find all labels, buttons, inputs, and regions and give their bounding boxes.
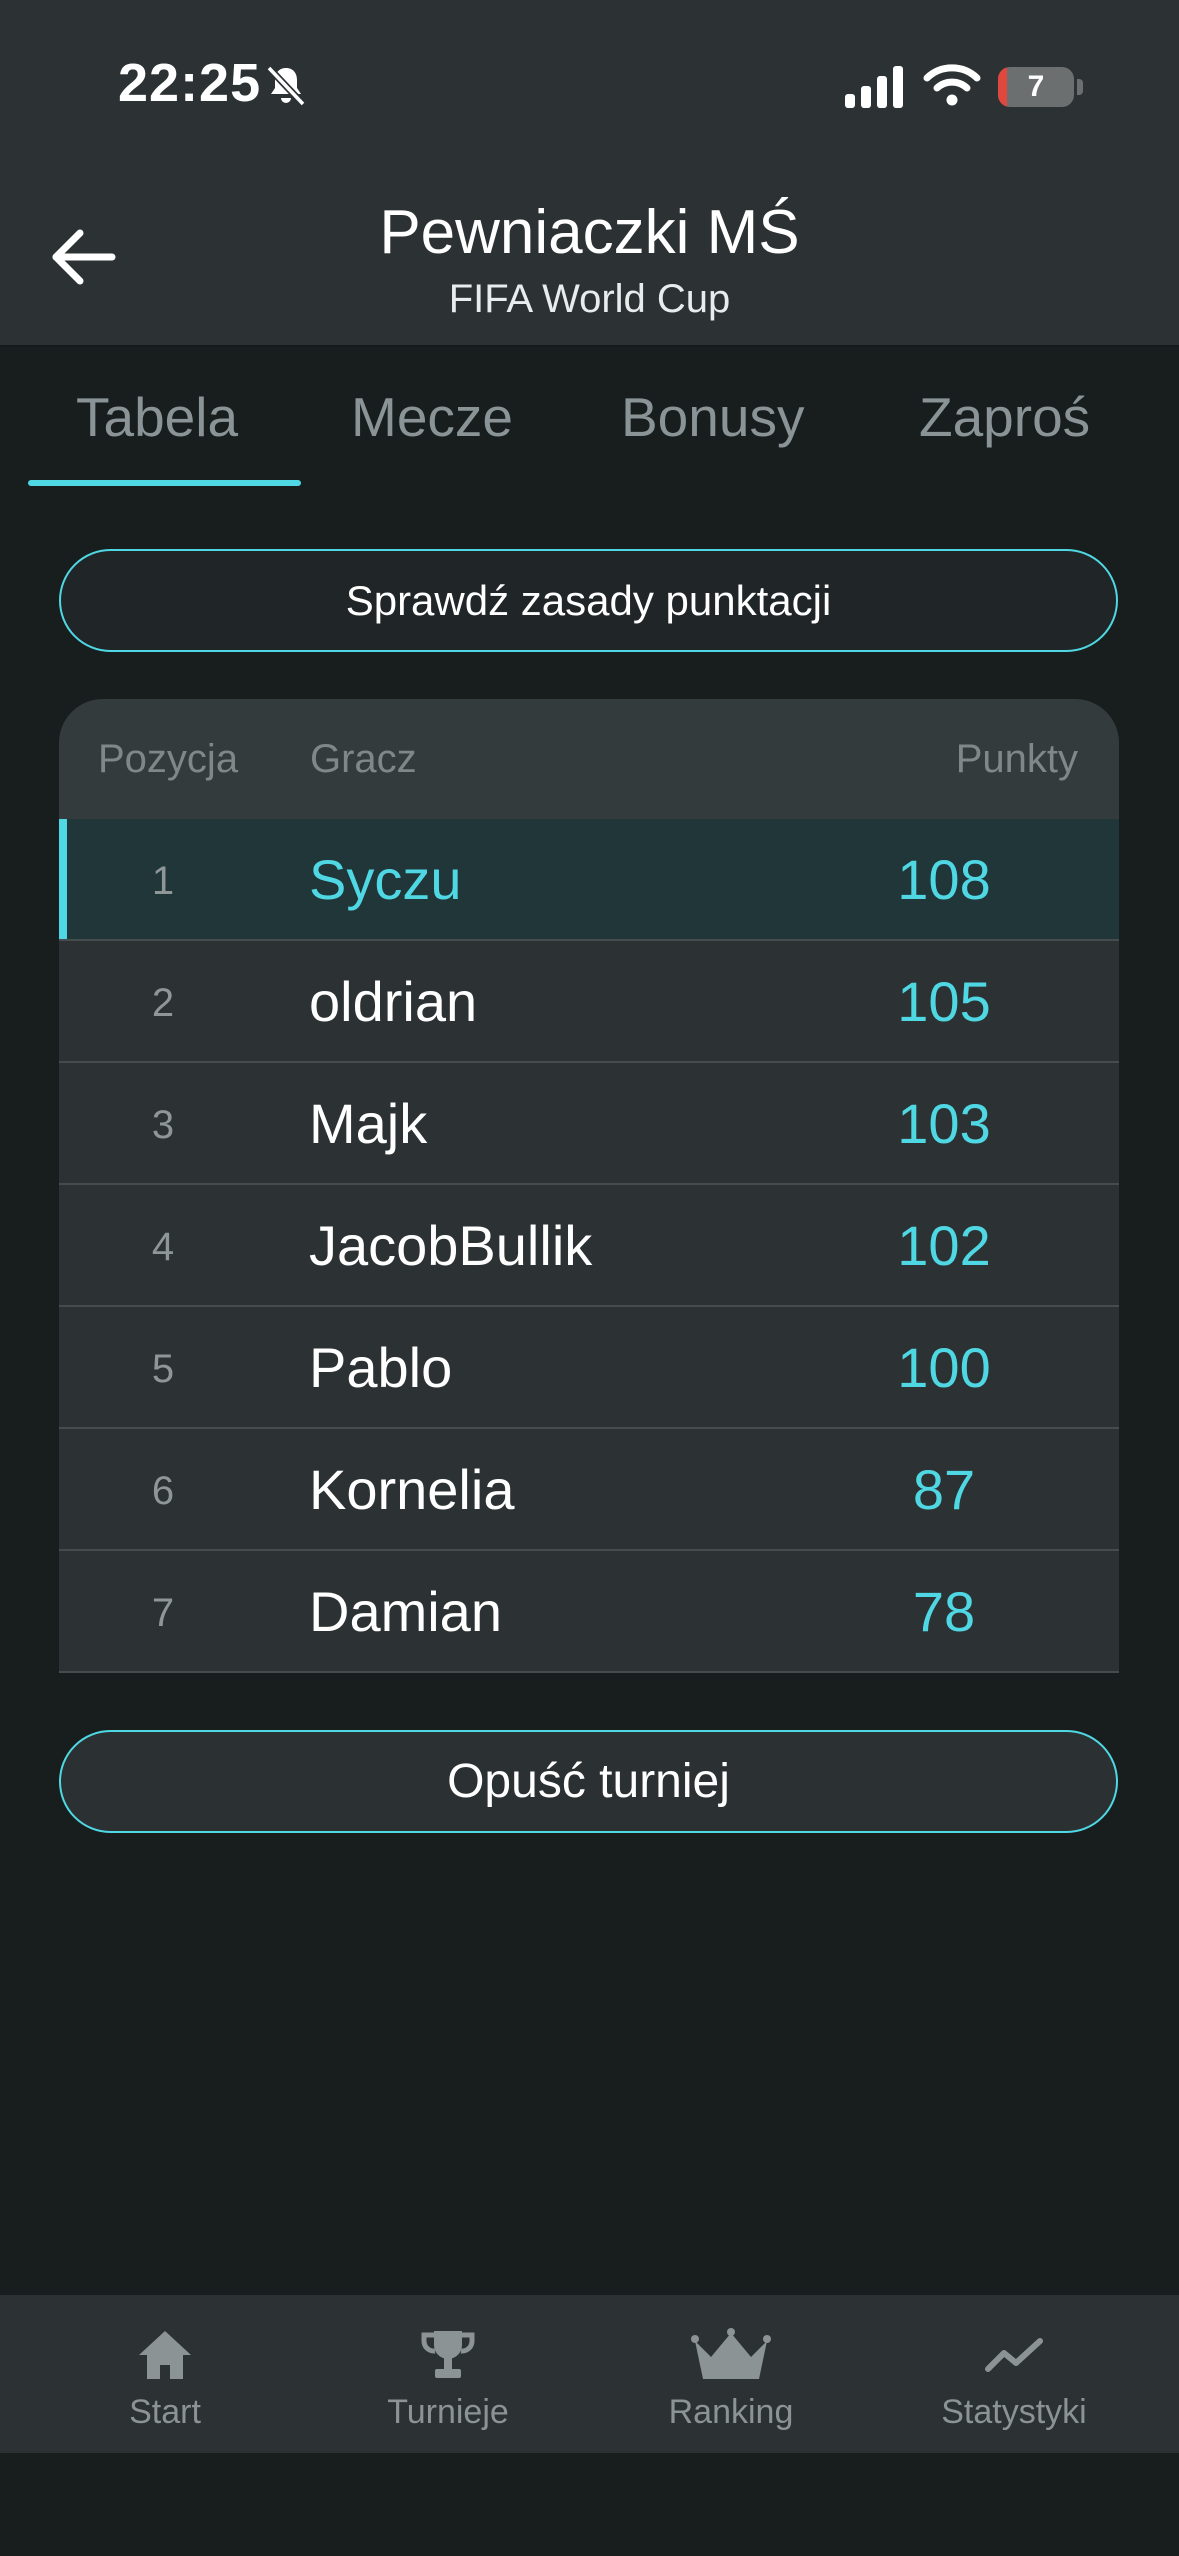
table-row[interactable]: 7 Damian 78 xyxy=(59,1549,1119,1673)
wifi-icon xyxy=(923,64,981,106)
battery-icon: 7 xyxy=(998,67,1074,107)
row-position: 7 xyxy=(151,1591,175,1635)
tab-bar: Tabela Mecze Bonusy Zaproś xyxy=(0,347,1179,487)
tab-mecze[interactable]: Mecze xyxy=(351,385,513,449)
row-player: Damian xyxy=(309,1580,502,1643)
battery-level: 7 xyxy=(1027,70,1045,103)
bottom-nav: Start Turnieje Ranking Statystyki xyxy=(0,2295,1179,2453)
leaderboard-table: Pozycja Gracz Punkty 1 Syczu 108 2 oldri… xyxy=(59,699,1119,1673)
status-time: 22:25 xyxy=(118,53,262,113)
bell-muted-icon xyxy=(266,65,306,107)
scoring-rules-button[interactable]: Sprawdź zasady punktacji xyxy=(59,549,1118,652)
row-points: 78 xyxy=(912,1580,976,1643)
table-row[interactable]: 1 Syczu 108 xyxy=(59,819,1119,941)
leave-tournament-label: Opuść turniej xyxy=(447,1755,730,1808)
row-position: 5 xyxy=(151,1347,175,1391)
nav-statystyki-label: Statystyki xyxy=(941,2393,1087,2431)
column-player: Gracz xyxy=(310,737,417,781)
row-points: 87 xyxy=(912,1458,976,1521)
trend-chart-icon xyxy=(985,2338,1043,2372)
active-tab-indicator xyxy=(28,480,301,486)
nav-statystyki[interactable]: Statystyki xyxy=(874,2295,1154,2453)
column-points: Punkty xyxy=(955,737,1078,781)
home-icon xyxy=(139,2331,191,2379)
tab-bonusy[interactable]: Bonusy xyxy=(621,385,804,449)
table-row[interactable]: 4 JacobBullik 102 xyxy=(59,1183,1119,1305)
row-position: 3 xyxy=(151,1103,175,1147)
table-row[interactable]: 3 Majk 103 xyxy=(59,1061,1119,1183)
tab-zapros[interactable]: Zaproś xyxy=(919,385,1090,449)
table-row[interactable]: 5 Pablo 100 xyxy=(59,1305,1119,1427)
row-position: 4 xyxy=(151,1225,175,1269)
page-title: Pewniaczki MŚ xyxy=(379,198,800,267)
scoring-rules-label: Sprawdź zasady punktacji xyxy=(345,576,832,624)
leave-tournament-button[interactable]: Opuść turniej xyxy=(59,1730,1118,1833)
trophy-icon xyxy=(421,2331,475,2378)
row-position: 2 xyxy=(151,981,175,1025)
nav-ranking[interactable]: Ranking xyxy=(591,2295,871,2453)
column-position: Pozycja xyxy=(98,737,239,781)
tab-tabela[interactable]: Tabela xyxy=(76,385,238,449)
nav-start[interactable]: Start xyxy=(25,2295,305,2453)
page-subtitle: FIFA World Cup xyxy=(448,277,731,321)
row-points: 108 xyxy=(897,848,991,911)
nav-turnieje-label: Turnieje xyxy=(387,2393,509,2431)
row-player: Pablo xyxy=(309,1336,453,1399)
nav-turnieje[interactable]: Turnieje xyxy=(308,2295,588,2453)
crown-icon xyxy=(691,2328,771,2379)
row-player: JacobBullik xyxy=(309,1214,593,1277)
current-user-marker xyxy=(59,819,67,941)
row-points: 105 xyxy=(897,970,991,1033)
table-row[interactable]: 2 oldrian 105 xyxy=(59,939,1119,1061)
row-player: oldrian xyxy=(309,970,478,1033)
row-player: Kornelia xyxy=(309,1458,515,1521)
row-points: 100 xyxy=(897,1336,991,1399)
table-row[interactable]: 6 Kornelia 87 xyxy=(59,1427,1119,1549)
nav-start-label: Start xyxy=(129,2393,201,2431)
row-player: Syczu xyxy=(309,848,462,911)
row-points: 103 xyxy=(897,1092,991,1155)
table-header: Pozycja Gracz Punkty xyxy=(59,699,1119,819)
row-position: 1 xyxy=(151,859,175,903)
status-bar: 22:25 7 xyxy=(0,0,1179,175)
row-points: 102 xyxy=(897,1214,991,1277)
app-header: Pewniaczki MŚ FIFA World Cup xyxy=(0,175,1179,347)
row-player: Majk xyxy=(309,1092,428,1155)
row-position: 6 xyxy=(151,1469,175,1513)
nav-ranking-label: Ranking xyxy=(668,2393,794,2431)
cellular-signal-icon xyxy=(845,66,903,108)
